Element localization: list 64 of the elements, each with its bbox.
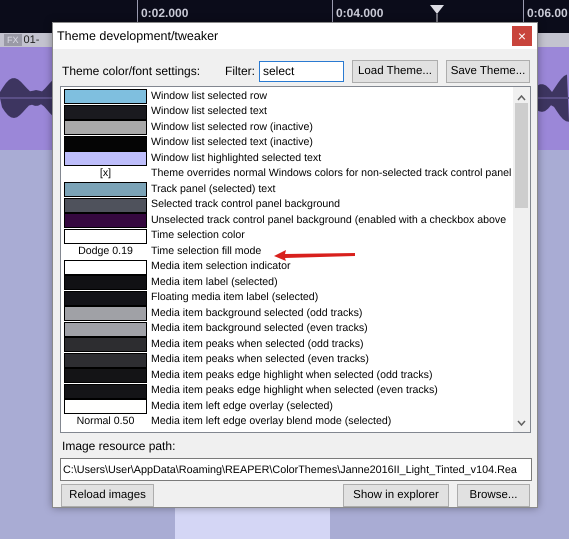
- scroll-thumb[interactable]: [515, 102, 528, 208]
- setting-label[interactable]: Window list highlighted selected text: [151, 150, 322, 167]
- setting-label[interactable]: Window list selected text: [151, 104, 267, 120]
- color-swatch[interactable]: [64, 399, 147, 414]
- scrollbar[interactable]: [513, 86, 530, 432]
- setting-label[interactable]: Media item peaks when selected (even tracks): [151, 352, 369, 368]
- close-button[interactable]: ×: [512, 26, 532, 46]
- setting-label[interactable]: Media item background selected (even tracks): [151, 321, 368, 338]
- scroll-up-icon[interactable]: [517, 94, 526, 101]
- color-swatch[interactable]: [64, 337, 147, 352]
- time-label: 0:06.00: [527, 5, 568, 22]
- setting-value[interactable]: [x]: [64, 166, 147, 182]
- setting-label[interactable]: Window list selected row: [151, 88, 267, 105]
- setting-label[interactable]: Floating media item label (selected): [151, 290, 318, 306]
- color-swatch[interactable]: [64, 213, 147, 228]
- setting-label[interactable]: Unselected track control panel background (enabled with a checkbox above: [151, 212, 506, 229]
- color-swatch[interactable]: [64, 104, 147, 120]
- path-label: Image resource path:: [61, 438, 176, 456]
- color-swatch[interactable]: [64, 368, 147, 384]
- color-swatch[interactable]: [64, 260, 147, 275]
- setting-label[interactable]: Window list selected row (inactive): [151, 120, 313, 136]
- dialog-button[interactable]: Reload images: [61, 484, 154, 508]
- time-label: 0:02.000: [141, 5, 188, 22]
- theme-button[interactable]: Save Theme...: [446, 60, 530, 83]
- setting-label[interactable]: Media item peaks edge highlight when selected (even tracks): [151, 383, 438, 400]
- theme-button[interactable]: Load Theme...: [352, 60, 438, 83]
- setting-label[interactable]: Time selection fill mode: [151, 244, 262, 260]
- color-swatch[interactable]: [64, 182, 147, 198]
- setting-label[interactable]: Media item selection indicator: [151, 259, 291, 276]
- setting-label[interactable]: Media item peaks when selected (odd tracks): [151, 336, 364, 353]
- setting-label[interactable]: Theme overrides normal Windows colors for non-selected track control panel: [151, 166, 512, 182]
- path-field[interactable]: C:\Users\User\AppData\Roaming\REAPER\ColorThemes\Janne2016II_Light_Tinted_v104.Rea: [60, 458, 532, 482]
- setting-label[interactable]: Time selection color: [151, 228, 245, 244]
- time-label: 0:04.000: [336, 5, 384, 22]
- setting-label[interactable]: Media item left edge overlay (selected): [151, 398, 333, 415]
- track-label: 01-: [24, 32, 40, 48]
- playhead-icon[interactable]: [429, 4, 445, 24]
- color-swatch[interactable]: [64, 352, 147, 368]
- color-swatch[interactable]: [64, 136, 147, 151]
- filter-label: Filter:: [225, 63, 255, 80]
- color-swatch[interactable]: [64, 306, 147, 322]
- setting-value[interactable]: Dodge 0.19: [64, 244, 147, 260]
- setting-label[interactable]: Media item left edge overlay blend mode (selected): [151, 414, 392, 430]
- filter-field[interactable]: select: [259, 60, 344, 82]
- color-swatch[interactable]: [64, 228, 147, 244]
- color-swatch[interactable]: [64, 322, 147, 337]
- color-swatch[interactable]: [64, 120, 147, 136]
- color-swatch[interactable]: [64, 89, 147, 104]
- setting-label[interactable]: Media item peaks edge highlight when selected (odd tracks): [151, 368, 432, 384]
- setting-label[interactable]: Selected track control panel background: [151, 197, 340, 214]
- setting-value[interactable]: Normal 0.50: [64, 414, 147, 430]
- setting-label[interactable]: Track panel (selected) text: [151, 182, 276, 198]
- dialog-button[interactable]: Browse...: [457, 484, 530, 508]
- setting-label[interactable]: Window list selected text (inactive): [151, 135, 313, 152]
- settings-label: Theme color/font settings:: [62, 63, 200, 80]
- setting-label[interactable]: Media item background selected (odd tracks): [151, 306, 362, 322]
- setting-label[interactable]: Media item label (selected): [151, 274, 278, 291]
- color-swatch[interactable]: [64, 198, 147, 213]
- dialog-button[interactable]: Show in explorer: [343, 484, 449, 508]
- scroll-down-icon[interactable]: [517, 420, 526, 426]
- color-swatch[interactable]: [64, 275, 147, 290]
- color-swatch[interactable]: [64, 384, 147, 399]
- color-swatch[interactable]: [64, 290, 147, 306]
- color-swatch[interactable]: [64, 151, 147, 166]
